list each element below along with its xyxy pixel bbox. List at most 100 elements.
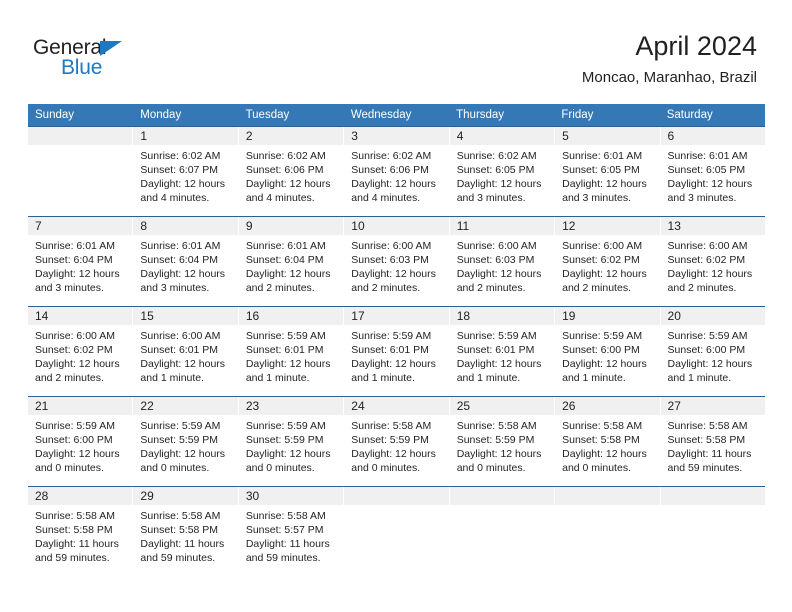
daylight-text: Daylight: 12 hours and 3 minutes. bbox=[456, 178, 542, 204]
sunrise-text: Sunrise: 6:01 AM bbox=[562, 150, 643, 162]
calendar-day-cell[interactable]: 9 Sunrise: 6:01 AM Sunset: 6:04 PM Daylight… bbox=[238, 217, 345, 306]
sunset-text: Sunset: 5:59 PM bbox=[456, 434, 535, 446]
calendar-day-cell[interactable]: 8 Sunrise: 6:01 AM Sunset: 6:04 PM Daylight… bbox=[133, 217, 239, 306]
sunset-text: Sunset: 6:00 PM bbox=[35, 434, 113, 446]
day-details: Sunrise: 5:59 AM Sunset: 6:01 PM Daylight:… bbox=[239, 325, 343, 385]
daylight-text: Daylight: 11 hours and 59 minutes. bbox=[140, 538, 225, 564]
day-number: 14 bbox=[28, 307, 133, 325]
weekday-header-sunday: Sunday bbox=[35, 109, 75, 121]
day-number: 25 bbox=[449, 397, 555, 415]
sunset-text: Sunset: 6:04 PM bbox=[140, 254, 219, 266]
daylight-text: Daylight: 12 hours and 2 minutes. bbox=[456, 268, 542, 294]
sunrise-text: Sunrise: 5:58 AM bbox=[667, 420, 748, 432]
day-details: Sunrise: 6:01 AM Sunset: 6:04 PM Daylight:… bbox=[28, 235, 132, 295]
sunrise-text: Sunrise: 6:02 AM bbox=[140, 150, 221, 162]
day-details: Sunrise: 5:58 AM Sunset: 5:57 PM Daylight:… bbox=[239, 505, 343, 565]
calendar-day-cell[interactable]: 15 Sunrise: 6:00 AM Sunset: 6:01 PM Dayligh… bbox=[133, 307, 239, 396]
day-details: Sunrise: 5:58 AM Sunset: 5:58 PM Daylight:… bbox=[661, 415, 765, 475]
calendar-day-cell[interactable]: 18 Sunrise: 5:59 AM Sunset: 6:01 PM Dayligh… bbox=[449, 307, 556, 396]
calendar-day-cell[interactable]: 19 Sunrise: 5:59 AM Sunset: 6:00 PM Dayligh… bbox=[555, 307, 661, 396]
calendar-day-cell[interactable]: 3 Sunrise: 6:02 AM Sunset: 6:06 PM Daylight… bbox=[344, 127, 450, 216]
sunrise-text: Sunrise: 5:58 AM bbox=[351, 420, 432, 432]
calendar-day-cell[interactable]: 11 Sunrise: 6:00 AM Sunset: 6:03 PM Dayligh… bbox=[449, 217, 556, 306]
page-header: General Blue April 2024 Moncao, Maranhao… bbox=[0, 0, 792, 100]
calendar-day-cell[interactable]: 20 Sunrise: 5:59 AM Sunset: 6:00 PM Dayligh… bbox=[660, 307, 765, 396]
day-number: 19 bbox=[555, 307, 660, 325]
daylight-text: Daylight: 12 hours and 4 minutes. bbox=[140, 178, 226, 204]
weekday-header-thursday: Thursday bbox=[456, 109, 505, 121]
daylight-text: Daylight: 12 hours and 0 minutes. bbox=[456, 448, 542, 474]
day-number: 27 bbox=[660, 397, 765, 415]
daylight-text: Daylight: 12 hours and 0 minutes. bbox=[562, 448, 647, 474]
calendar-day-cell[interactable]: 24 Sunrise: 5:58 AM Sunset: 5:59 PM Dayligh… bbox=[344, 397, 450, 486]
day-number: 18 bbox=[449, 307, 555, 325]
sunset-text: Sunset: 5:59 PM bbox=[140, 434, 219, 446]
calendar-day-cell[interactable]: 21 Sunrise: 5:59 AM Sunset: 6:00 PM Dayligh… bbox=[28, 397, 134, 486]
daylight-text: Daylight: 12 hours and 0 minutes. bbox=[245, 448, 331, 474]
day-number: 21 bbox=[28, 397, 133, 415]
sunrise-text: Sunrise: 6:00 AM bbox=[456, 240, 537, 252]
day-number bbox=[555, 487, 660, 505]
calendar-day-cell[interactable]: 12 Sunrise: 6:00 AM Sunset: 6:02 PM Dayligh… bbox=[555, 217, 661, 306]
calendar-day-cell[interactable]: 13 Sunrise: 6:00 AM Sunset: 6:02 PM Dayligh… bbox=[660, 217, 765, 306]
sunrise-text: Sunrise: 5:59 AM bbox=[456, 330, 537, 342]
calendar-day-cell[interactable]: 26 Sunrise: 5:58 AM Sunset: 5:58 PM Dayligh… bbox=[555, 397, 661, 486]
sunrise-text: Sunrise: 5:59 AM bbox=[140, 420, 221, 432]
sunset-text: Sunset: 6:03 PM bbox=[456, 254, 535, 266]
weekday-header-saturday: Saturday bbox=[666, 109, 713, 121]
daylight-text: Daylight: 12 hours and 1 minute. bbox=[245, 358, 331, 384]
sunset-text: Sunset: 6:05 PM bbox=[456, 164, 535, 176]
general-blue-logo: General Blue bbox=[33, 36, 183, 86]
day-number: 6 bbox=[660, 127, 765, 145]
sunrise-text: Sunrise: 5:59 AM bbox=[562, 330, 643, 342]
page-title: April 2024 bbox=[635, 31, 757, 61]
daylight-text: Daylight: 12 hours and 0 minutes. bbox=[140, 448, 226, 474]
sunset-text: Sunset: 5:58 PM bbox=[562, 434, 640, 446]
calendar-day-cell[interactable]: 25 Sunrise: 5:58 AM Sunset: 5:59 PM Dayligh… bbox=[449, 397, 556, 486]
calendar-day-cell[interactable]: 22 Sunrise: 5:59 AM Sunset: 5:59 PM Dayligh… bbox=[133, 397, 239, 486]
sunset-text: Sunset: 6:04 PM bbox=[35, 254, 113, 266]
calendar-day-cell[interactable]: 10 Sunrise: 6:00 AM Sunset: 6:03 PM Dayligh… bbox=[344, 217, 450, 306]
day-details: Sunrise: 5:58 AM Sunset: 5:59 PM Daylight:… bbox=[344, 415, 448, 475]
calendar-day-cell[interactable]: 23 Sunrise: 5:59 AM Sunset: 5:59 PM Dayligh… bbox=[238, 397, 345, 486]
title-block: April 2024 Moncao, Maranhao, Brazil bbox=[582, 30, 757, 86]
calendar-day-cell[interactable]: 7 Sunrise: 6:01 AM Sunset: 6:04 PM Daylight… bbox=[28, 217, 134, 306]
daylight-text: Daylight: 12 hours and 0 minutes. bbox=[351, 448, 436, 474]
calendar-day-cell[interactable]: 5 Sunrise: 6:01 AM Sunset: 6:05 PM Daylight… bbox=[555, 127, 661, 216]
day-number: 10 bbox=[344, 217, 449, 235]
day-details: Sunrise: 5:59 AM Sunset: 5:59 PM Daylight:… bbox=[133, 415, 237, 475]
weekday-header-tuesday: Tuesday bbox=[245, 109, 290, 121]
calendar-day-cell[interactable]: 4 Sunrise: 6:02 AM Sunset: 6:05 PM Daylight… bbox=[449, 127, 556, 216]
sunrise-text: Sunrise: 6:01 AM bbox=[35, 240, 115, 252]
sunrise-text: Sunrise: 6:00 AM bbox=[35, 330, 115, 342]
day-number: 1 bbox=[133, 127, 238, 145]
daylight-text: Daylight: 12 hours and 3 minutes. bbox=[562, 178, 647, 204]
day-number: 4 bbox=[449, 127, 555, 145]
day-number: 9 bbox=[238, 217, 344, 235]
sunset-text: Sunset: 5:58 PM bbox=[667, 434, 746, 446]
calendar-week-row: 14 Sunrise: 6:00 AM Sunset: 6:02 PM Dayligh… bbox=[28, 306, 765, 396]
sunset-text: Sunset: 6:06 PM bbox=[351, 164, 429, 176]
calendar-day-cell[interactable]: 17 Sunrise: 5:59 AM Sunset: 6:01 PM Dayligh… bbox=[344, 307, 450, 396]
day-details: Sunrise: 6:00 AM Sunset: 6:03 PM Daylight:… bbox=[450, 235, 554, 295]
calendar-week-row: 1 Sunrise: 6:02 AM Sunset: 6:07 PM Daylight… bbox=[28, 126, 765, 216]
calendar-day-cell[interactable]: 14 Sunrise: 6:00 AM Sunset: 6:02 PM Dayligh… bbox=[28, 307, 134, 396]
daylight-text: Daylight: 11 hours and 59 minutes. bbox=[245, 538, 330, 564]
day-number: 23 bbox=[238, 397, 344, 415]
calendar-day-cell[interactable]: 30 Sunrise: 5:58 AM Sunset: 5:57 PM Dayligh… bbox=[238, 487, 345, 576]
sunset-text: Sunset: 6:02 PM bbox=[667, 254, 746, 266]
calendar-day-cell[interactable]: 28 Sunrise: 5:58 AM Sunset: 5:58 PM Dayligh… bbox=[28, 487, 134, 576]
sunset-text: Sunset: 6:04 PM bbox=[245, 254, 324, 266]
daylight-text: Daylight: 12 hours and 3 minutes. bbox=[35, 268, 120, 294]
daylight-text: Daylight: 12 hours and 2 minutes. bbox=[351, 268, 436, 294]
day-number: 13 bbox=[660, 217, 765, 235]
daylight-text: Daylight: 12 hours and 2 minutes. bbox=[667, 268, 753, 294]
calendar-day-cell[interactable]: 2 Sunrise: 6:02 AM Sunset: 6:06 PM Daylight… bbox=[238, 127, 345, 216]
calendar-grid: Sunday Monday Tuesday Wednesday Thursday Frid… bbox=[28, 104, 765, 576]
calendar-day-cell[interactable]: 29 Sunrise: 5:58 AM Sunset: 5:58 PM Dayligh… bbox=[133, 487, 239, 576]
day-number bbox=[344, 487, 449, 505]
calendar-day-cell[interactable]: 27 Sunrise: 5:58 AM Sunset: 5:58 PM Dayligh… bbox=[660, 397, 765, 486]
calendar-day-cell[interactable]: 6 Sunrise: 6:01 AM Sunset: 6:05 PM Daylight… bbox=[660, 127, 765, 216]
calendar-day-cell[interactable]: 16 Sunrise: 5:59 AM Sunset: 6:01 PM Dayligh… bbox=[238, 307, 345, 396]
calendar-day-cell[interactable]: 1 Sunrise: 6:02 AM Sunset: 6:07 PM Daylight… bbox=[133, 127, 239, 216]
